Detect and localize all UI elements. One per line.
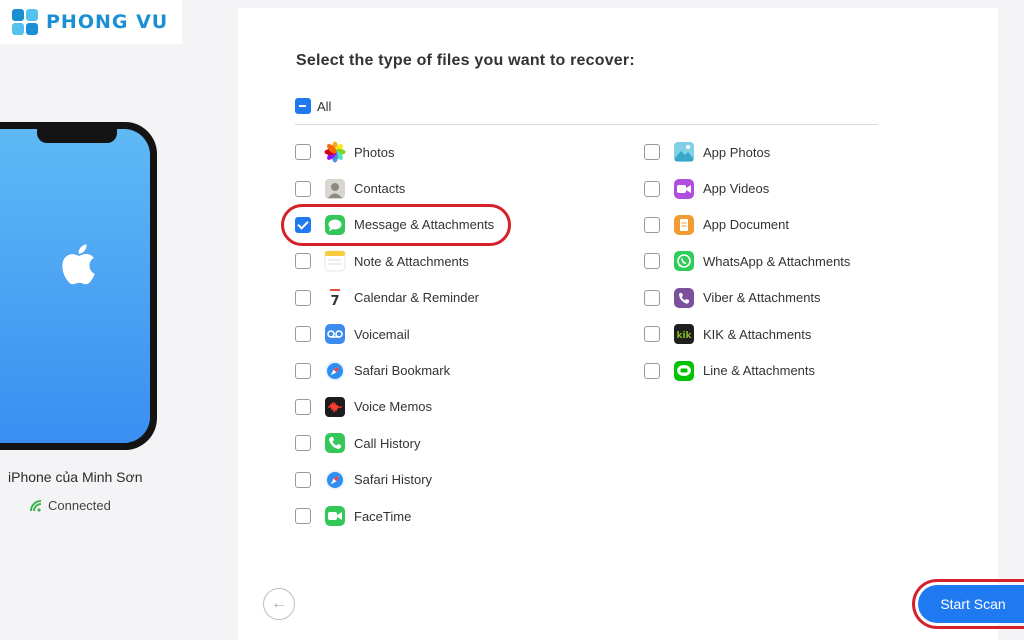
apple-logo-icon (62, 244, 95, 285)
file-type-checkbox[interactable] (295, 508, 311, 525)
contacts-icon (324, 178, 346, 200)
connection-label: Connected (48, 498, 111, 513)
file-type-list-right: App Photos App Videos App Document WhatsApp… (644, 134, 850, 389)
file-type-checkbox[interactable] (644, 362, 660, 379)
notes-icon (324, 250, 346, 272)
file-type-label: Photos (354, 144, 395, 160)
file-type-checkbox[interactable] (295, 326, 311, 343)
app-document-icon (673, 214, 695, 236)
file-type-checkbox[interactable] (644, 144, 660, 161)
start-scan-button[interactable]: Start Scan (918, 585, 1024, 623)
file-type-row[interactable]: 7 Calendar & Reminder (295, 280, 494, 316)
recovery-panel: Select the type of files you want to rec… (238, 8, 998, 640)
select-all-box[interactable] (295, 98, 311, 114)
select-all-checkbox[interactable]: All (295, 98, 331, 114)
line-icon (673, 360, 695, 382)
file-type-row[interactable]: FaceTime (295, 498, 494, 534)
file-type-label: Line & Attachments (703, 363, 816, 379)
select-all-label: All (317, 98, 332, 114)
device-panel: PHONG VU iPhone của Minh Sơn Connected (0, 0, 238, 640)
page-title: Select the type of files you want to rec… (296, 52, 635, 69)
file-type-row[interactable]: Call History (295, 425, 494, 461)
file-type-label: Viber & Attachments (703, 290, 821, 306)
watermark-logo: PHONG VU (0, 0, 182, 44)
file-type-checkbox[interactable] (295, 362, 311, 379)
file-type-label: Voicemail (354, 326, 410, 342)
file-type-label: Safari Bookmark (354, 363, 451, 379)
calendar-icon: 7 (324, 287, 346, 309)
file-type-label: App Photos (703, 144, 771, 160)
file-type-label: KIK & Attachments (703, 326, 812, 342)
file-type-row[interactable]: kik KIK & Attachments (644, 316, 850, 352)
arrow-left-icon: ← (271, 595, 287, 612)
phongvu-logo-icon (12, 7, 42, 37)
file-type-label: WhatsApp & Attachments (703, 253, 851, 269)
connection-status: Connected (30, 498, 111, 513)
divider (295, 124, 878, 125)
facetime-icon (324, 505, 346, 527)
back-button[interactable]: ← (263, 588, 295, 620)
selection-highlight (281, 204, 511, 246)
app-photos-icon (673, 141, 695, 163)
edge-strip (998, 0, 1024, 640)
file-type-label: Calendar & Reminder (354, 290, 480, 306)
app-videos-icon (673, 178, 695, 200)
file-type-checkbox[interactable] (295, 144, 311, 161)
file-type-row[interactable]: App Photos (644, 134, 850, 170)
file-type-checkbox[interactable] (295, 435, 311, 452)
file-type-row[interactable]: Safari Bookmark (295, 352, 494, 388)
file-type-checkbox[interactable] (644, 216, 660, 233)
file-type-label: Call History (354, 435, 421, 451)
file-type-row[interactable]: Safari History (295, 462, 494, 498)
file-type-row[interactable]: App Videos (644, 170, 850, 206)
file-type-row[interactable]: Photos (295, 134, 494, 170)
device-name: iPhone của Minh Sơn (8, 469, 143, 485)
file-type-label: Voice Memos (354, 399, 433, 415)
file-type-checkbox[interactable] (295, 180, 311, 197)
file-type-row[interactable]: WhatsApp & Attachments (644, 243, 850, 279)
iphone-image (0, 122, 157, 450)
whatsapp-icon (673, 250, 695, 272)
file-type-row[interactable]: Voicemail (295, 316, 494, 352)
file-type-row[interactable]: Line & Attachments (644, 352, 850, 388)
safari-icon (324, 469, 346, 491)
svg-text:kik: kik (676, 331, 692, 341)
file-type-row[interactable]: Viber & Attachments (644, 280, 850, 316)
file-type-checkbox[interactable] (644, 253, 660, 270)
file-type-checkbox[interactable] (644, 289, 660, 306)
file-type-label: Contacts (354, 181, 406, 197)
wifi-icon (30, 499, 42, 512)
voice-memos-icon (324, 396, 346, 418)
file-type-checkbox[interactable] (644, 180, 660, 197)
file-type-label: App Videos (703, 181, 770, 197)
viber-icon (673, 287, 695, 309)
kik-icon: kik (673, 323, 695, 345)
file-type-row[interactable]: Contacts (295, 170, 494, 206)
file-type-label: Note & Attachments (354, 253, 469, 269)
file-type-label: App Document (703, 217, 789, 233)
logo-text: PHONG VU (46, 11, 169, 33)
file-type-list-left: Photos Contacts Message & Attachments Note … (295, 134, 494, 534)
photos-icon (324, 141, 346, 163)
file-type-checkbox[interactable] (295, 398, 311, 415)
file-type-checkbox[interactable] (644, 326, 660, 343)
safari-icon (324, 360, 346, 382)
file-type-row[interactable]: Voice Memos (295, 389, 494, 425)
phone-icon (324, 432, 346, 454)
file-type-label: Safari History (354, 472, 433, 488)
file-type-label: FaceTime (354, 508, 412, 524)
voicemail-icon (324, 323, 346, 345)
file-type-checkbox[interactable] (295, 253, 311, 270)
file-type-checkbox[interactable] (295, 289, 311, 306)
file-type-row[interactable]: Note & Attachments (295, 243, 494, 279)
svg-text:7: 7 (330, 294, 339, 309)
file-type-checkbox[interactable] (295, 471, 311, 488)
file-type-row[interactable]: App Document (644, 207, 850, 243)
